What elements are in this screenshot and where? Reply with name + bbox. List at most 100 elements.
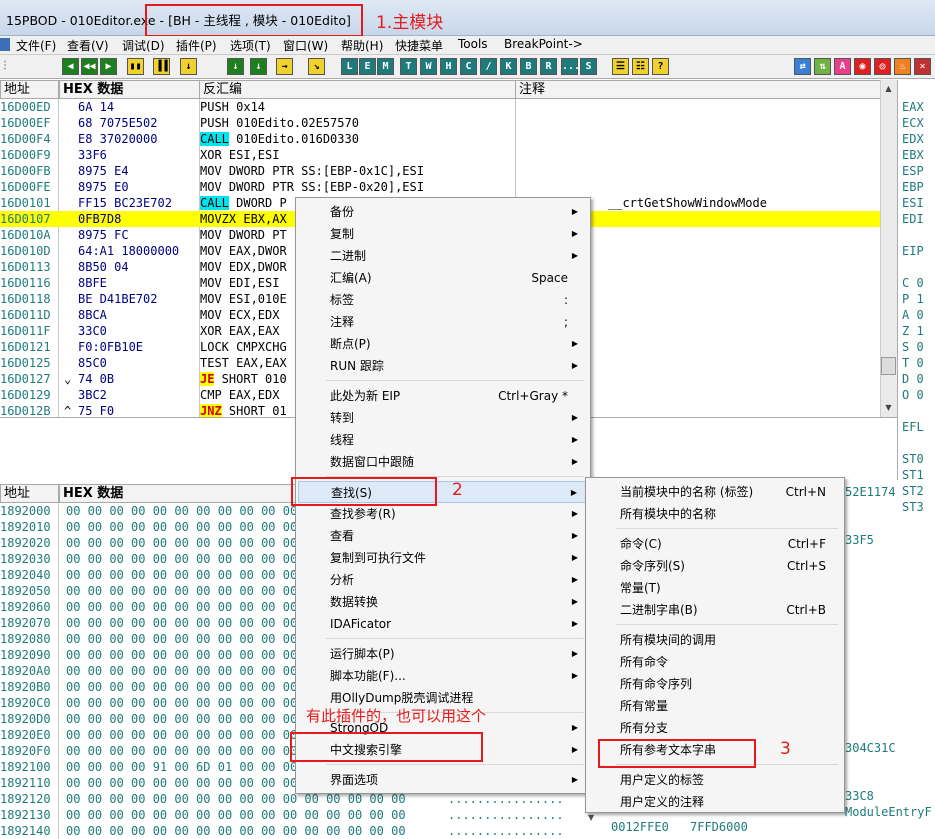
refresh-icon[interactable]: ⇄	[794, 58, 811, 75]
asm-operand: 010Edito.016D0330	[228, 132, 359, 146]
context-menu-item[interactable]: 查看 ▶	[298, 525, 588, 547]
disasm-row[interactable]: 16D00F9 33F6 XOR ESI,ESI	[0, 147, 880, 163]
context-menu-item[interactable]: 分析 ▶	[298, 569, 588, 591]
context-menu-item[interactable]: 运行脚本(P) ▶	[298, 643, 588, 665]
cpu-header-address[interactable]: 地址	[0, 80, 59, 99]
menu-options[interactable]: 选项(T)	[230, 37, 271, 54]
row-address: 16D0121	[0, 340, 51, 354]
context-menu-item[interactable]: 备份 ▶	[298, 201, 588, 223]
pause-icon[interactable]: ▮▮	[127, 58, 144, 75]
disasm-row[interactable]: 16D00FB 8975 E4 MOV DWORD PTR SS:[EBP-0x1C…	[0, 163, 880, 179]
memory-map-icon[interactable]: M	[377, 58, 394, 75]
context-menu-item[interactable]: 复制 ▶	[298, 223, 588, 245]
disasm-row[interactable]: 16D00EF 68 7075E502 PUSH 010Edito.02E57570	[0, 115, 880, 131]
find-submenu-item[interactable]: 当前模块中的名称 (标签) Ctrl+N	[588, 481, 842, 503]
register-label: C 0	[902, 276, 924, 290]
threads-icon[interactable]: T	[400, 58, 417, 75]
menu-view[interactable]: 查看(V)	[67, 37, 109, 54]
menu-plugins[interactable]: 插件(P)	[176, 37, 217, 54]
disasm-row[interactable]: 16D00F4 E8 37020000 CALL 010Edito.016D0330	[0, 131, 880, 147]
references-icon[interactable]: R	[540, 58, 557, 75]
plugin-target-icon[interactable]: ◎	[874, 58, 891, 75]
context-menu-item[interactable]: 转到 ▶	[298, 407, 588, 429]
source-icon[interactable]: S	[580, 58, 597, 75]
context-menu-item[interactable]: RUN 跟踪 ▶	[298, 355, 588, 377]
find-submenu-item[interactable]: 命令序列(S) Ctrl+S	[588, 555, 842, 577]
menu-debug[interactable]: 调试(D)	[122, 37, 165, 54]
goto-icon[interactable]: ↘	[308, 58, 325, 75]
find-submenu-item[interactable]: 所有模块间的调用	[588, 629, 842, 651]
run-trace-icon[interactable]: ...	[561, 58, 580, 75]
context-menu-item[interactable]: 注释;	[298, 311, 588, 333]
scroll-down-icon[interactable]: ▼	[588, 813, 600, 839]
trace-into-icon[interactable]: ↓	[227, 58, 244, 75]
patches-icon[interactable]: /	[480, 58, 497, 75]
debug-options-icon[interactable]: ☰	[612, 58, 629, 75]
dump-row[interactable]: 1892130 00 00 00 00 00 00 00 00 00 00 00 …	[0, 807, 600, 823]
context-menu-item[interactable]: 数据窗口中跟随 ▶	[298, 451, 588, 473]
context-menu-item[interactable]: IDAFicator ▶	[298, 613, 588, 635]
windows-icon[interactable]: W	[420, 58, 437, 75]
find-submenu-item[interactable]: 所有命令序列	[588, 673, 842, 695]
find-submenu-item[interactable]: 二进制字串(B) Ctrl+B	[588, 599, 842, 621]
handles-icon[interactable]: H	[440, 58, 457, 75]
context-menu-item[interactable]: 数据转换 ▶	[298, 591, 588, 613]
plugin-stop-icon[interactable]: ◉	[854, 58, 871, 75]
disasm-row[interactable]: 16D00ED 6A 14 PUSH 0x14	[0, 99, 880, 115]
context-menu-item[interactable]: 汇编(A) Space	[298, 267, 588, 289]
menu-file[interactable]: 文件(F)	[16, 37, 56, 54]
registers-pane[interactable]: EAX ECX EDX EBX ESP EBP ESI EDI EIP C 0 P 1 A 0 Z 1 S…	[897, 80, 935, 514]
context-menu-item[interactable]: 断点(P) ▶	[298, 333, 588, 355]
context-menu-item[interactable]: 脚本功能(F)... ▶	[298, 665, 588, 687]
menu-window[interactable]: 窗口(W)	[283, 37, 328, 54]
find-submenu-item[interactable]: 用户定义的注释	[588, 791, 842, 813]
plugin-a-icon[interactable]: A	[834, 58, 851, 75]
cpu-icon[interactable]: C	[460, 58, 477, 75]
menu-tools[interactable]: Tools	[458, 37, 488, 51]
plugin-tool-icon[interactable]: ⇅	[814, 58, 831, 75]
breakpoints-icon[interactable]: B	[520, 58, 537, 75]
find-submenu-item[interactable]: 所有常量	[588, 695, 842, 717]
menu-breakpoint[interactable]: BreakPoint->	[504, 37, 583, 51]
menu-quick[interactable]: 快捷菜单	[395, 37, 443, 54]
call-stack-icon[interactable]: K	[500, 58, 517, 75]
find-submenu-item[interactable]: 常量(T)	[588, 577, 842, 599]
restart-icon[interactable]: ◀	[62, 58, 79, 75]
find-submenu-item[interactable]: 用户定义的标签	[588, 769, 842, 791]
cpu-header-disasm[interactable]: 反汇编	[199, 80, 516, 99]
close-process-icon[interactable]: ◀◀	[81, 58, 98, 75]
dump-header-address[interactable]: 地址	[0, 484, 59, 503]
scrollbar-thumb[interactable]	[881, 357, 896, 375]
scroll-down-icon[interactable]: ▼	[881, 401, 896, 415]
app-icon[interactable]	[0, 38, 10, 51]
context-menu-item[interactable]: 标签:	[298, 289, 588, 311]
step-into-icon[interactable]: ▐▐	[153, 58, 170, 75]
step-over-icon[interactable]: ↓	[180, 58, 197, 75]
find-submenu-item[interactable]: 所有分支	[588, 717, 842, 739]
plugin-x-icon[interactable]: ✕	[914, 58, 931, 75]
menu-help[interactable]: 帮助(H)	[341, 37, 383, 54]
execute-till-return-icon[interactable]: →	[276, 58, 293, 75]
cpu-header-comment[interactable]: 注释	[515, 80, 881, 99]
row-address: 16D011F	[0, 324, 51, 338]
scroll-up-icon[interactable]: ▲	[881, 82, 896, 96]
context-menu-item[interactable]: 线程 ▶	[298, 429, 588, 451]
find-submenu-item[interactable]: 所有命令	[588, 651, 842, 673]
plugin-flame-icon[interactable]: ♨	[894, 58, 911, 75]
context-menu-item[interactable]: 此处为新 EIP Ctrl+Gray *	[298, 385, 588, 407]
run-icon[interactable]: ▶	[100, 58, 117, 75]
find-submenu-item[interactable]: 所有模块中的名称	[588, 503, 842, 525]
executable-modules-icon[interactable]: E	[359, 58, 376, 75]
context-menu-item[interactable]: 复制到可执行文件 ▶	[298, 547, 588, 569]
cpu-header-hex[interactable]: HEX 数据	[59, 80, 200, 99]
help-icon[interactable]: ?	[652, 58, 669, 75]
context-menu-item[interactable]: 查找参考(R) ▶	[298, 503, 588, 525]
trace-over-icon[interactable]: ↓	[250, 58, 267, 75]
log-window-icon[interactable]: L	[341, 58, 358, 75]
disasm-row[interactable]: 16D00FE 8975 E0 MOV DWORD PTR SS:[EBP-0x20…	[0, 179, 880, 195]
context-menu-item[interactable]: 界面选项 ▶	[298, 769, 588, 791]
context-menu-item[interactable]: 二进制 ▶	[298, 245, 588, 267]
dump-row[interactable]: 1892140 00 00 00 00 00 00 00 00 00 00 00 …	[0, 823, 600, 839]
find-submenu-item[interactable]: 命令(C) Ctrl+F	[588, 533, 842, 555]
appearance-icon[interactable]: ☷	[632, 58, 649, 75]
